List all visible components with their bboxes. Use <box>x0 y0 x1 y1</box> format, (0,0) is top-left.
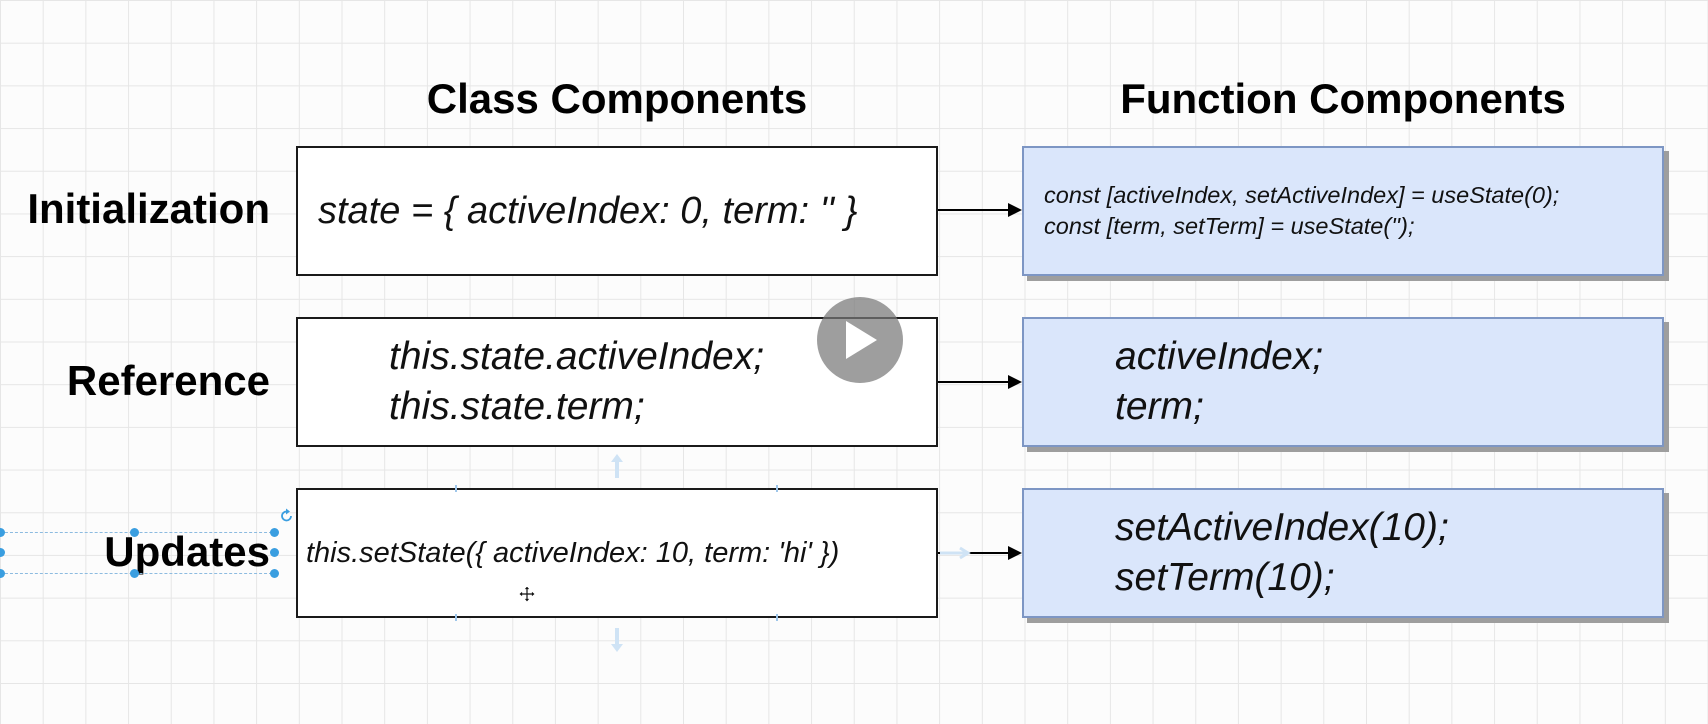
class-updates-line: this.setState({ activeIndex: 10, term: '… <box>306 536 840 569</box>
selection-handle[interactable] <box>270 528 279 537</box>
diagram-canvas[interactable]: Class Components Function Components Ini… <box>0 0 1708 724</box>
function-updates-line-1: setActiveIndex(10); <box>1115 506 1449 550</box>
function-components-header: Function Components <box>1120 75 1566 122</box>
play-icon <box>846 321 877 359</box>
function-reference-line-1: activeIndex; <box>1115 335 1324 379</box>
box-edge-marker <box>776 485 778 492</box>
selection-handle[interactable] <box>270 569 279 578</box>
video-play-button[interactable] <box>817 297 903 383</box>
class-reference-line-2: this.state.term; <box>389 385 645 428</box>
selection-handle[interactable] <box>0 569 5 578</box>
function-init-line-1: const [activeIndex, setActiveIndex] = us… <box>1044 181 1560 208</box>
rotate-icon[interactable] <box>279 508 295 524</box>
box-edge-marker <box>455 485 457 492</box>
function-init-box[interactable]: const [activeIndex, setActiveIndex] = us… <box>1022 146 1664 276</box>
move-cursor-icon <box>518 585 536 603</box>
box-edge-marker <box>776 614 778 621</box>
row-label-initialization: Initialization <box>27 185 270 232</box>
updates-connector-arrow[interactable] <box>938 543 1024 563</box>
function-init-line-2: const [term, setTerm] = useState(''); <box>1044 213 1415 239</box>
class-init-box[interactable]: state = { activeIndex: 0, term: '' } <box>296 146 938 276</box>
class-updates-box[interactable]: this.setState({ activeIndex: 10, term: '… <box>296 488 938 618</box>
function-updates-box[interactable]: setActiveIndex(10); setTerm(10); <box>1022 488 1664 618</box>
hover-up-arrow-icon[interactable] <box>609 452 625 480</box>
function-reference-box[interactable]: activeIndex; term; <box>1022 317 1664 447</box>
selection-handle[interactable] <box>130 528 139 537</box>
init-connector-arrow[interactable] <box>938 200 1024 220</box>
function-updates-line-2: setTerm(10); <box>1115 556 1335 599</box>
class-components-header: Class Components <box>426 75 808 122</box>
function-reference-line-2: term; <box>1115 385 1204 428</box>
row-label-reference: Reference <box>66 357 270 404</box>
class-init-line: state = { activeIndex: 0, term: '' } <box>318 189 858 232</box>
reference-connector-arrow[interactable] <box>938 372 1024 392</box>
box-edge-marker <box>455 614 457 621</box>
selection-handle[interactable] <box>130 569 139 578</box>
hover-down-arrow-icon[interactable] <box>609 626 625 654</box>
selection-handle[interactable] <box>270 548 279 557</box>
